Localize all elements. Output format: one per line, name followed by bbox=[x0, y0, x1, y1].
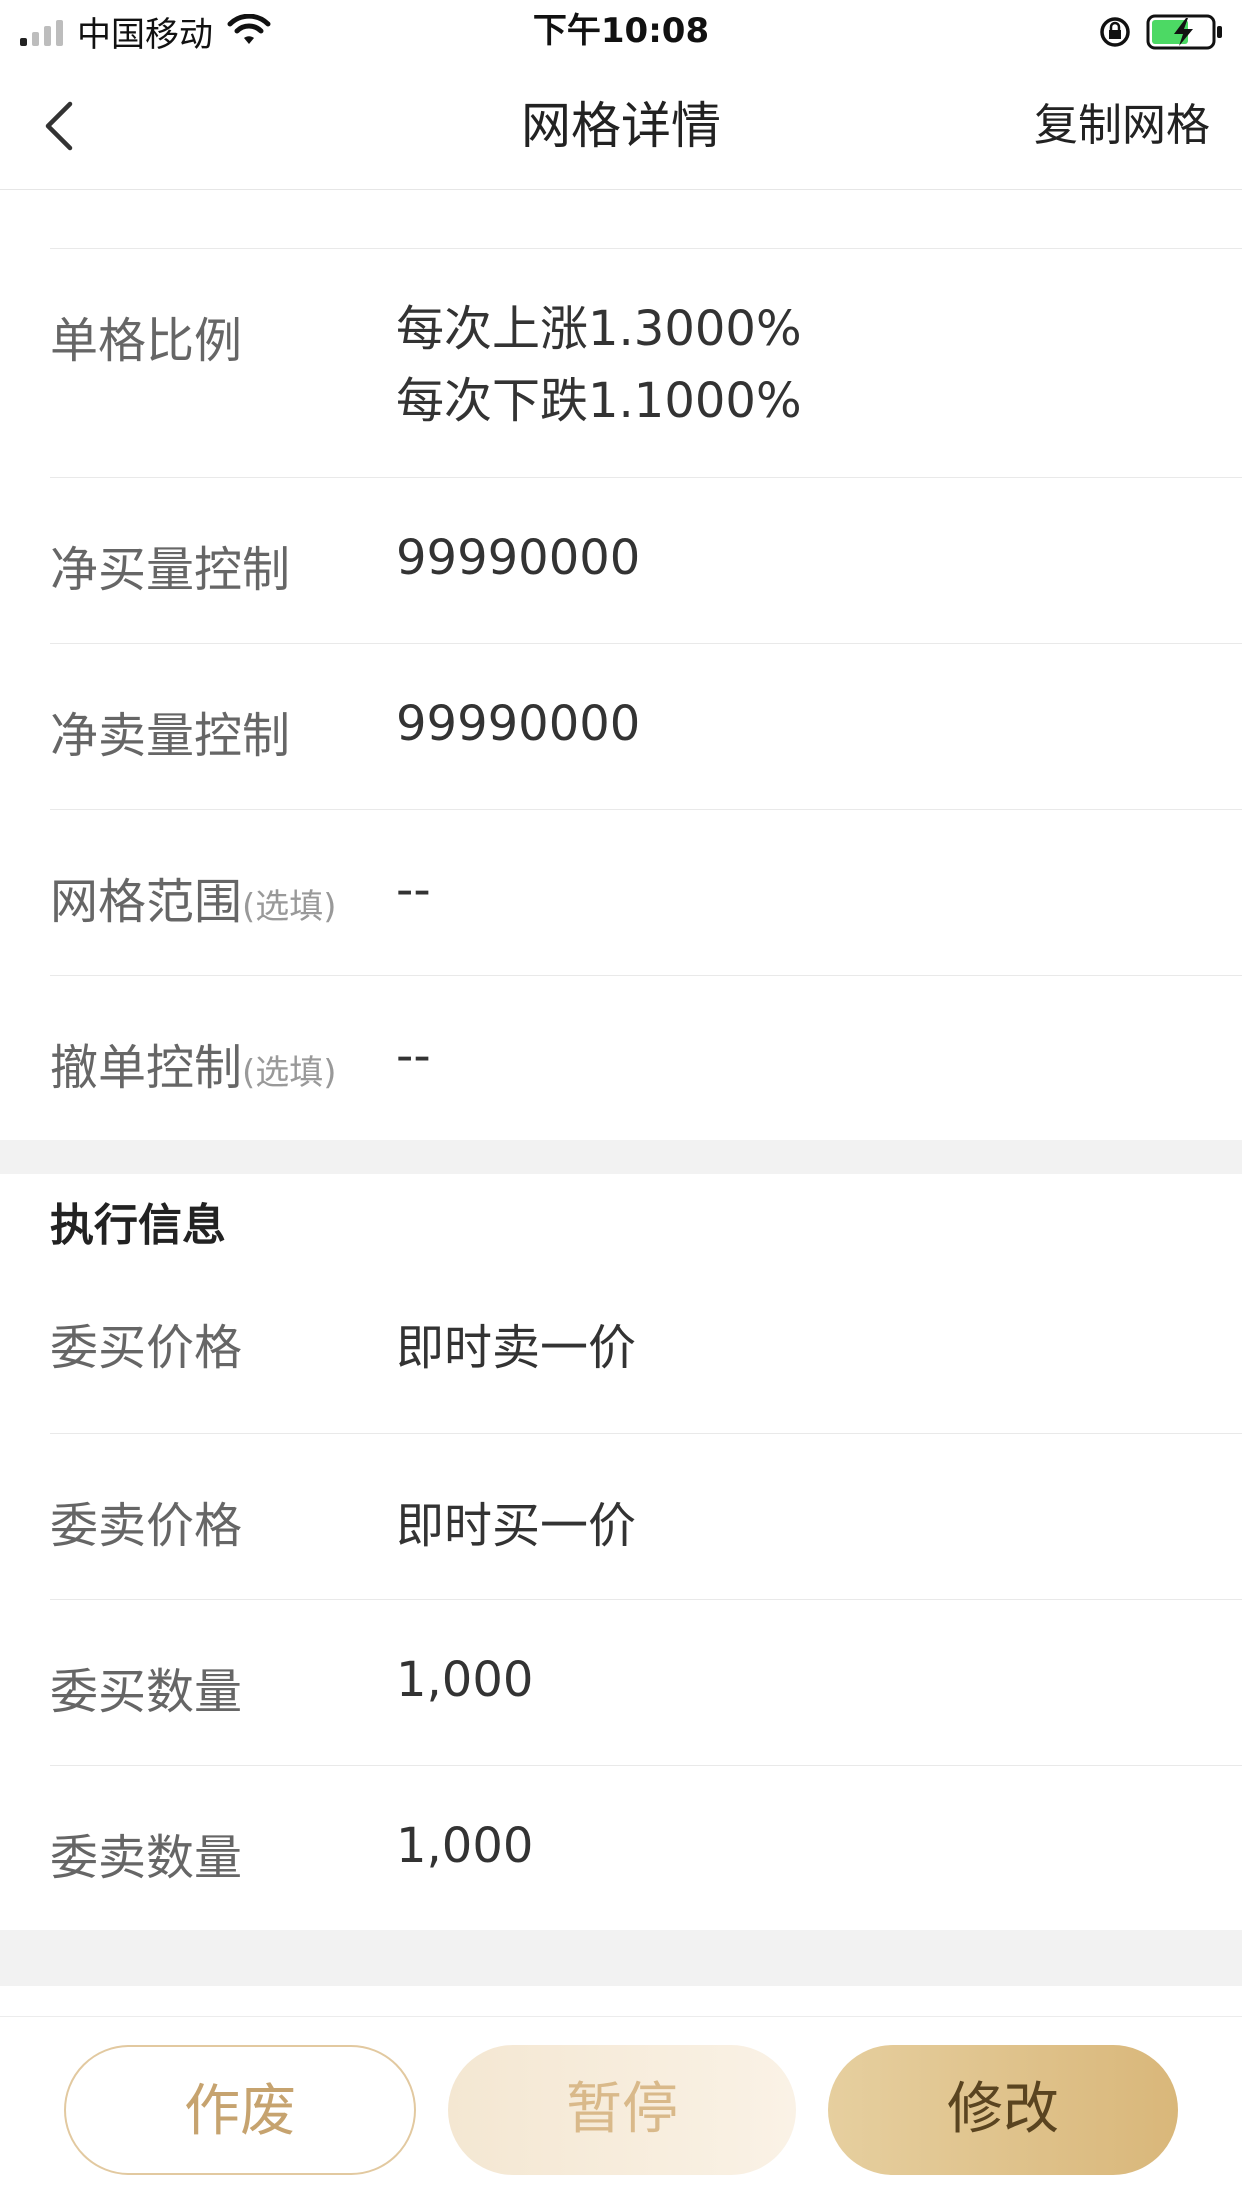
execution-section-title: 执行信息 bbox=[50, 1200, 226, 1251]
optional-hint: (选填) bbox=[242, 1053, 337, 1093]
row-label: 网格范围(选填) bbox=[50, 862, 337, 932]
pause-button[interactable]: 暂停 bbox=[448, 2045, 796, 2175]
ratio-up-value: 每次上涨1.3000% bbox=[396, 301, 802, 357]
row-value: 1,000 bbox=[396, 1818, 534, 1874]
bottom-action-bar: 作废 暂停 修改 bbox=[0, 2016, 1242, 2208]
detail-row-sell-quantity: 委卖数量 1,000 bbox=[50, 1766, 1242, 1930]
copy-grid-button[interactable]: 复制网格 bbox=[1034, 62, 1210, 190]
battery-charging-icon bbox=[1146, 14, 1222, 50]
section-divider bbox=[0, 1930, 1242, 1986]
row-value: 99990000 bbox=[396, 696, 641, 752]
section-divider bbox=[0, 1140, 1242, 1174]
status-bar: 中国移动 下午10:08 bbox=[0, 0, 1242, 62]
detail-row-buy-price: 委买价格 即时卖一价 bbox=[50, 1268, 1242, 1434]
row-label: 委买数量 bbox=[50, 1664, 243, 1720]
row-value: -- bbox=[396, 1028, 431, 1084]
row-label: 委卖价格 bbox=[50, 1498, 243, 1554]
row-label: 委卖数量 bbox=[50, 1830, 243, 1886]
row-label: 净卖量控制 bbox=[50, 708, 291, 764]
detail-row-grid-ratio: 单格比例 每次上涨1.3000% 每次下跌1.1000% bbox=[50, 248, 1242, 478]
row-label: 委买价格 bbox=[50, 1320, 243, 1376]
detail-row-net-buy-control: 净买量控制 99990000 bbox=[50, 478, 1242, 644]
ratio-down-value: 每次下跌1.1000% bbox=[396, 373, 802, 429]
edit-button[interactable]: 修改 bbox=[828, 2045, 1178, 2175]
grid-detail-content: 单格比例 每次上涨1.3000% 每次下跌1.1000% 净买量控制 99990… bbox=[0, 190, 1242, 1986]
optional-hint: (选填) bbox=[242, 887, 337, 927]
status-bar-right bbox=[1098, 10, 1224, 54]
detail-row-sell-price: 委卖价格 即时买一价 bbox=[50, 1434, 1242, 1600]
void-button[interactable]: 作废 bbox=[64, 2045, 416, 2175]
nav-bar: 网格详情 复制网格 bbox=[0, 62, 1242, 190]
row-label-text: 撤单控制 bbox=[50, 1040, 243, 1096]
row-value: 即时买一价 bbox=[396, 1498, 637, 1554]
detail-row-net-sell-control: 净卖量控制 99990000 bbox=[50, 644, 1242, 810]
detail-row-grid-range: 网格范围(选填) -- bbox=[50, 810, 1242, 976]
status-time: 下午10:08 bbox=[532, 11, 710, 51]
row-label: 撤单控制(选填) bbox=[50, 1028, 337, 1098]
detail-row-buy-quantity: 委买数量 1,000 bbox=[50, 1600, 1242, 1766]
row-label: 单格比例 bbox=[50, 313, 243, 369]
row-value: -- bbox=[396, 862, 431, 918]
rotation-lock-icon bbox=[1100, 17, 1130, 47]
detail-row-cancel-control: 撤单控制(选填) -- bbox=[50, 976, 1242, 1140]
top-spacer bbox=[0, 190, 1242, 248]
row-value: 1,000 bbox=[396, 1652, 534, 1708]
row-value: 即时卖一价 bbox=[396, 1320, 637, 1376]
row-label-text: 网格范围 bbox=[50, 874, 243, 930]
row-value: 99990000 bbox=[396, 530, 641, 586]
row-value: 每次上涨1.3000% 每次下跌1.1000% bbox=[396, 293, 802, 437]
row-label: 净买量控制 bbox=[50, 542, 291, 598]
